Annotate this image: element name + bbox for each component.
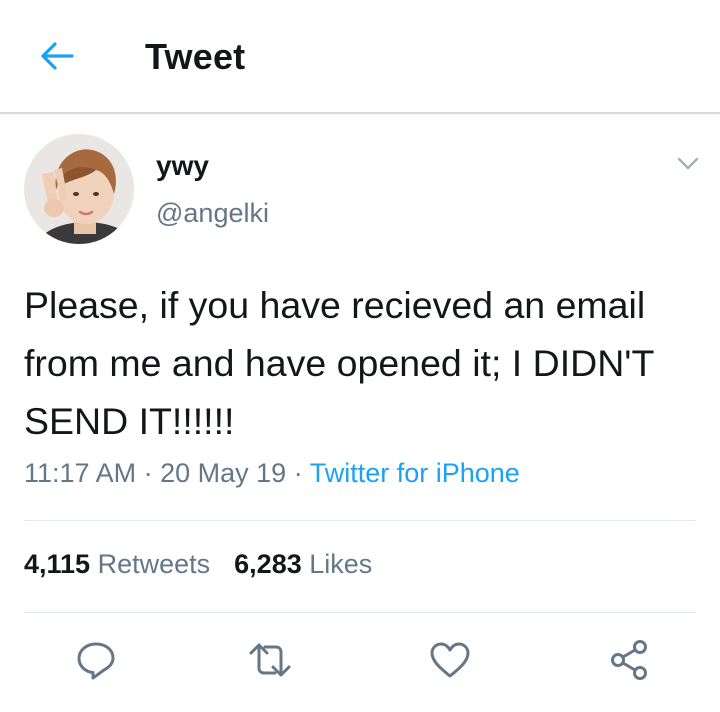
retweets-stat[interactable]: 4,115 Retweets bbox=[24, 549, 210, 579]
chevron-down-icon[interactable] bbox=[676, 156, 700, 172]
likes-count: 6,283 bbox=[234, 549, 302, 579]
retweets-label: Retweets bbox=[97, 549, 211, 579]
tweet-stats: 4,115 Retweets 6,283 Likes bbox=[24, 549, 372, 580]
retweets-count: 4,115 bbox=[24, 549, 91, 579]
likes-stat[interactable]: 6,283 Likes bbox=[234, 549, 372, 579]
tweet-text: Please, if you have recieved an email fr… bbox=[24, 284, 654, 442]
likes-label: Likes bbox=[309, 549, 373, 579]
tweet-date: 20 May 19 bbox=[160, 458, 287, 488]
top-bar: Tweet bbox=[0, 0, 720, 114]
share-icon[interactable] bbox=[608, 638, 652, 682]
back-arrow-icon[interactable] bbox=[38, 40, 74, 72]
divider bbox=[24, 612, 696, 613]
meta-separator: · bbox=[293, 458, 303, 488]
divider bbox=[24, 520, 696, 521]
tweet-time: 11:17 AM bbox=[24, 458, 137, 488]
page-title: Tweet bbox=[145, 36, 246, 77]
reply-icon[interactable] bbox=[74, 638, 118, 682]
meta-separator: · bbox=[143, 458, 153, 488]
user-handle[interactable]: @angelki bbox=[156, 198, 269, 229]
avatar[interactable] bbox=[24, 134, 134, 244]
retweet-icon[interactable] bbox=[248, 638, 292, 682]
tweet-meta: 11:17 AM · 20 May 19 · Twitter for iPhon… bbox=[24, 458, 520, 489]
display-name[interactable]: ywy bbox=[156, 150, 209, 182]
like-icon[interactable] bbox=[428, 638, 472, 682]
tweet-source-link[interactable]: Twitter for iPhone bbox=[310, 458, 520, 488]
